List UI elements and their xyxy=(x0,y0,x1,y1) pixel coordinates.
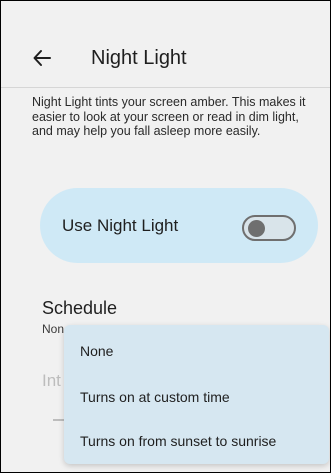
back-button[interactable] xyxy=(29,45,55,71)
settings-screen: Night Light Night Light tints your scree… xyxy=(0,0,331,473)
arrow-back-icon xyxy=(33,50,51,66)
night-light-switch[interactable] xyxy=(242,215,296,241)
menu-item-none[interactable]: None xyxy=(80,342,113,360)
schedule-dropdown-menu: None Turns on at custom time Turns on fr… xyxy=(64,325,329,464)
header-divider xyxy=(1,87,330,88)
switch-knob xyxy=(248,220,265,237)
night-light-toggle-card[interactable]: Use Night Light xyxy=(40,188,318,263)
schedule-value: Non xyxy=(42,322,65,336)
intensity-label: Int xyxy=(42,371,61,390)
page-title: Night Light xyxy=(91,47,187,69)
schedule-title[interactable]: Schedule xyxy=(42,296,117,320)
menu-item-custom-time[interactable]: Turns on at custom time xyxy=(80,388,230,406)
toggle-label: Use Night Light xyxy=(62,216,179,235)
app-bar: Night Light xyxy=(1,1,330,89)
description-text: Night Light tints your screen amber. Thi… xyxy=(32,95,306,138)
menu-item-sunset-to-sunrise[interactable]: Turns on from sunset to sunrise xyxy=(80,432,276,450)
